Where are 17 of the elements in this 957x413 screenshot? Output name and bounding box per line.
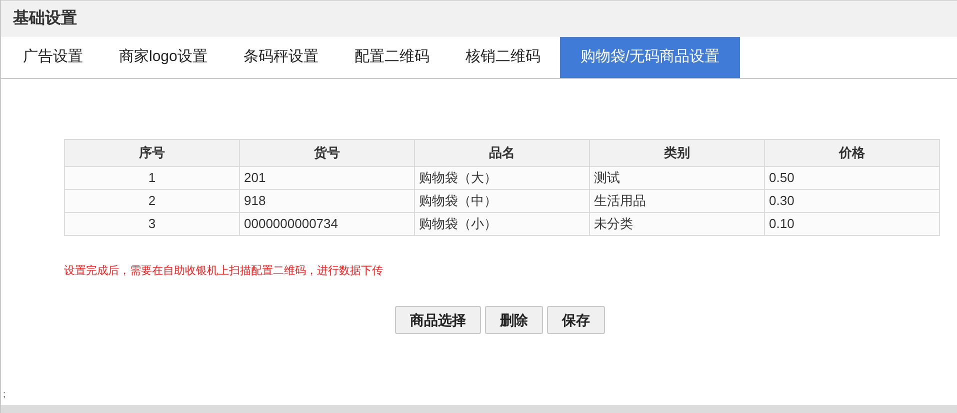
- page-title: 基础设置: [13, 8, 77, 29]
- table-cell: 购物袋（小）: [414, 212, 590, 236]
- action-button[interactable]: 保存: [547, 306, 605, 334]
- table-cell: 3: [64, 212, 240, 236]
- column-header: 货号: [240, 140, 414, 166]
- column-header: 价格: [764, 140, 940, 166]
- action-button[interactable]: 商品选择: [395, 306, 481, 334]
- column-header: 类别: [590, 140, 764, 166]
- column-header: 品名: [414, 140, 590, 166]
- notice-text: 设置完成后，需要在自助收银机上扫描配置二维码，进行数据下传: [64, 265, 383, 277]
- column-header: 序号: [64, 140, 240, 166]
- tab[interactable]: 购物袋/无码商品设置: [560, 37, 740, 78]
- action-button[interactable]: 删除: [485, 306, 543, 334]
- stray-mark: ;: [3, 390, 6, 399]
- table-cell: 0.10: [764, 212, 940, 236]
- table-cell: 未分类: [590, 212, 764, 236]
- table-cell: 0000000000734: [240, 212, 414, 236]
